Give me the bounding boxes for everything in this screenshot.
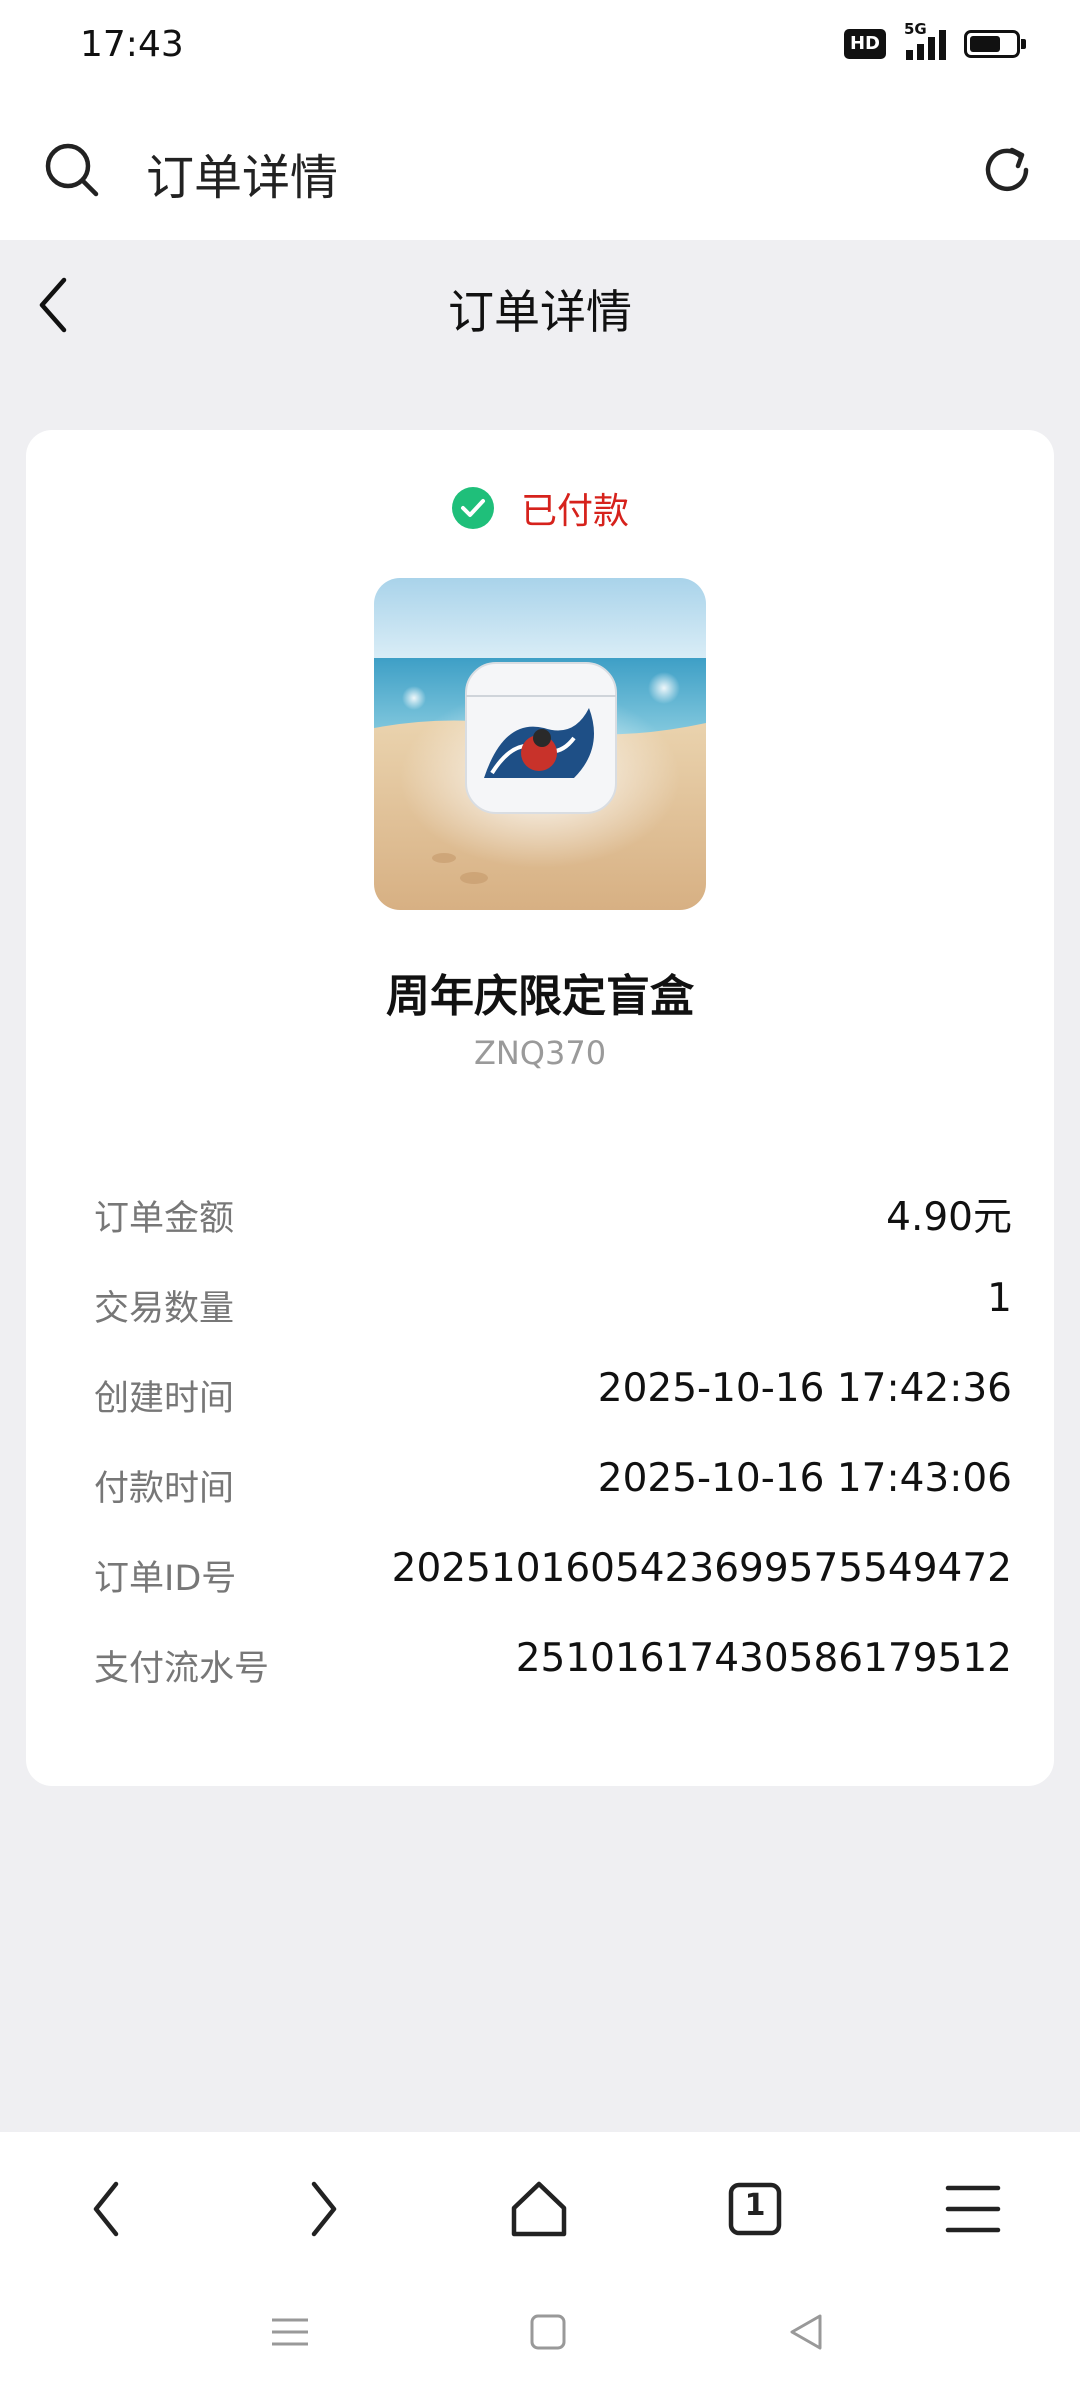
quantity-label: 交易数量 xyxy=(94,1289,235,1329)
home-icon[interactable] xyxy=(504,2174,574,2244)
order-amount-row: 订单金额 4.90元 xyxy=(94,1182,1012,1242)
order-id-label: 订单ID号 xyxy=(94,1559,237,1599)
paid-time-row: 付款时间 2025-10-16 17:43:06 xyxy=(94,1452,1012,1512)
system-back-icon[interactable] xyxy=(776,2302,836,2362)
payment-status-label: 已付款 xyxy=(520,491,629,532)
quantity-value: 1 xyxy=(987,1276,1012,1321)
refresh-icon[interactable] xyxy=(978,140,1038,200)
browser-forward-icon[interactable] xyxy=(288,2174,358,2244)
quantity-row: 交易数量 1 xyxy=(94,1272,1012,1332)
battery-icon xyxy=(964,30,1026,58)
menu-icon[interactable] xyxy=(938,2174,1008,2244)
created-time-label: 创建时间 xyxy=(94,1379,235,1419)
hd-icon: HD xyxy=(843,29,886,59)
signal-icon: 5G xyxy=(904,20,946,60)
status-icons: HD 5G xyxy=(843,20,1026,60)
payment-serial-value: 25101617430586179512 xyxy=(515,1636,1012,1681)
browser-back-icon[interactable] xyxy=(72,2174,142,2244)
search-icon[interactable] xyxy=(42,140,102,200)
order-card: 已付款 周年庆限定盲盒 ZNQ370 订单金额 4.90元 交易数量 1 创建时… xyxy=(26,430,1054,1786)
payment-serial-label: 支付流水号 xyxy=(94,1649,270,1689)
status-time: 17:43 xyxy=(80,24,184,65)
page-title: 订单详情 xyxy=(448,285,632,339)
paid-time-value: 2025-10-16 17:43:06 xyxy=(597,1456,1012,1501)
check-circle-icon xyxy=(451,487,494,529)
browser-address-title[interactable]: 订单详情 xyxy=(146,138,338,208)
payment-status: 已付款 xyxy=(26,482,1054,534)
tabs-button[interactable]: 1 xyxy=(720,2174,790,2244)
system-recents-icon[interactable] xyxy=(260,2302,320,2362)
system-home-icon[interactable] xyxy=(518,2302,578,2362)
browser-toolbar: 订单详情 xyxy=(0,100,1080,240)
order-id-row: 订单ID号 2025101605423699575549472 xyxy=(94,1542,1012,1602)
tab-count: 1 xyxy=(744,2188,766,2223)
payment-serial-row: 支付流水号 25101617430586179512 xyxy=(94,1632,1012,1692)
order-amount-label: 订单金额 xyxy=(94,1199,235,1239)
bottom-navigation: 1 xyxy=(0,2132,1080,2408)
product-name: 周年庆限定盲盒 xyxy=(386,971,694,1022)
created-time-row: 创建时间 2025-10-16 17:42:36 xyxy=(94,1362,1012,1422)
created-time-value: 2025-10-16 17:42:36 xyxy=(597,1366,1012,1411)
product-image xyxy=(374,578,706,910)
order-id-value: 2025101605423699575549472 xyxy=(391,1546,1012,1591)
product-code: ZNQ370 xyxy=(473,1034,607,1072)
order-amount-value: 4.90元 xyxy=(886,1195,1012,1240)
status-bar: 17:43 HD 5G xyxy=(0,0,1080,100)
network-type-label: 5G xyxy=(904,20,927,38)
page-header: 订单详情 xyxy=(0,240,1080,370)
paid-time-label: 付款时间 xyxy=(94,1469,235,1509)
